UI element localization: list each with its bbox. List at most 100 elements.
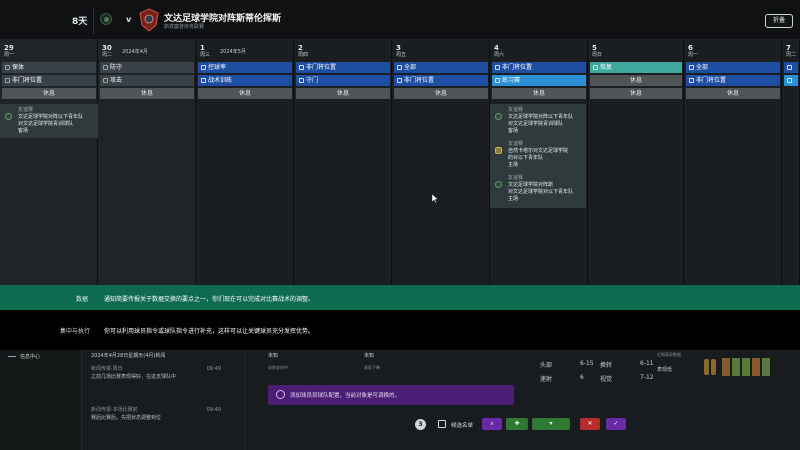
training-session[interactable]: 休息 [198, 88, 292, 99]
team-badge-icon [495, 181, 502, 188]
performance-bar [752, 358, 760, 376]
calendar-day[interactable]: 30 周二 2024年4月 防守 攻击 休息 [98, 40, 196, 285]
fixture-entry[interactable]: 友谊赛 自然卡塔尔对文达足球学院 的对以下青年队 主场 [490, 138, 586, 172]
training-session[interactable]: 休息 [686, 88, 780, 99]
training-session[interactable]: 休息 [296, 88, 390, 99]
fixture-line: 文达足球学院对阵以下青年队 [18, 114, 84, 120]
search-button[interactable]: ⌕ [482, 418, 502, 430]
day-header: 6 周一 [688, 44, 698, 59]
training-session[interactable]: 攻击 [100, 75, 194, 86]
calendar-day[interactable]: 3 周五 全部 非门将位置 休息 [392, 40, 490, 285]
weekday: 周二 [786, 52, 797, 58]
fixture-entry[interactable]: 友谊赛 文达足球学院对阵斯 对文达足球学院对以下青年队 主场 [490, 172, 586, 206]
session-label: 全部 [404, 64, 417, 71]
training-session[interactable]: 恢复 [590, 62, 682, 73]
training-session[interactable]: 休息 [492, 88, 586, 99]
confirm-button[interactable]: ✓ [606, 418, 626, 430]
shortlist-label[interactable]: 候选名单 [451, 421, 473, 429]
day-header: 4 周六 [494, 44, 504, 59]
calendar-day[interactable]: 5 周日 恢复 休息 休息 [588, 40, 684, 285]
session-icon [5, 65, 10, 70]
day-number: 7 [786, 44, 791, 52]
training-session[interactable] [784, 62, 798, 73]
training-session[interactable]: 防守 [100, 62, 194, 73]
training-session[interactable]: 全部 [686, 62, 780, 73]
delete-button[interactable]: ✕ [580, 418, 600, 430]
training-session[interactable]: 全部 [394, 62, 488, 73]
calendar-day[interactable]: 1 周三 2024年5月 控球率 战术训练 休息 [196, 40, 294, 285]
fixture-venue: 主场 [508, 196, 519, 202]
training-session[interactable]: 非门将位置 [296, 62, 390, 73]
session-label: 休息 [140, 90, 153, 97]
fixture-line: 文达足球学院对阵以下青年队 [508, 114, 574, 120]
session-label: 保体 [12, 64, 25, 71]
fixture-line: 对文达足球学院青训球队 [508, 121, 564, 127]
session-icon [299, 65, 304, 70]
nav-label[interactable]: 信息中心 [20, 353, 40, 360]
match-competition: 斯宾塞普依克联赛 [164, 24, 205, 30]
training-session[interactable]: 休息 [590, 75, 682, 86]
training-session[interactable]: 非门将位置 [492, 62, 586, 73]
stat-value: 6 [580, 374, 584, 381]
panel-divider [244, 350, 245, 450]
session-icon [201, 65, 206, 70]
fixture-entry[interactable]: 友谊赛 文达足球学院对阵以下青年队 对文达足球学院青训球队 客场 [0, 104, 98, 138]
fixture-card[interactable]: 友谊赛 文达足球学院对阵以下青年队 对文达足球学院青训球队 客场 友谊赛 自然卡塔尔对文达… [490, 104, 586, 208]
stat-key: 头部 [540, 362, 553, 369]
news-time: 09:49 [206, 407, 221, 413]
left-nav: 信息中心 [0, 350, 82, 450]
training-session[interactable]: 非门将位置 [686, 75, 780, 86]
session-label: 休息 [726, 90, 739, 97]
training-session[interactable]: 非门将位置 [394, 75, 488, 86]
recruit-dropdown-button[interactable]: ▾ [532, 418, 570, 430]
fixture-type: 友谊赛 [508, 141, 524, 147]
day-number: 1 [200, 44, 205, 52]
stat-value: 6-15 [580, 360, 594, 367]
add-icon [276, 390, 285, 399]
stat-value: 6-11 [640, 360, 654, 367]
session-label: 非门将位置 [12, 77, 43, 84]
fixture-venue: 客场 [508, 128, 519, 134]
weekday: 周六 [494, 52, 505, 58]
training-session[interactable]: 非门将位置 [2, 75, 96, 86]
training-session[interactable]: 休息 [394, 88, 488, 99]
calendar-day[interactable]: 29 周一 保体 非门将位置 休息 [0, 40, 98, 285]
session-label: 练习赛 [502, 77, 521, 84]
news-item[interactable]: 新闻传报·周日 09:49 之前几场比赛表现得好，在这支球队中 [91, 365, 231, 381]
fixture-entry[interactable]: 友谊赛 文达足球学院对阵以下青年队 对文达足球学院青训球队 客场 [490, 104, 586, 138]
home-team-badge-icon [100, 13, 112, 25]
fixture-card[interactable]: 友谊赛 文达足球学院对阵以下青年队 对文达足球学院青训球队 客场 [0, 104, 98, 138]
add-player-button[interactable]: ✚ [506, 418, 528, 430]
training-session[interactable]: 休息 [100, 88, 194, 99]
session-label: 全部 [696, 64, 709, 71]
news-head: 新闻传报·周日 [91, 366, 123, 372]
day-number: 5 [592, 44, 597, 52]
menu-icon[interactable] [8, 356, 16, 357]
calendar-day[interactable]: 2 周四 非门将位置 守门 休息 [294, 40, 392, 285]
fixture-line: 对文达足球学院青训球队 [18, 121, 74, 127]
session-label: 非门将位置 [502, 64, 533, 71]
training-session[interactable]: 练习赛 [492, 75, 586, 86]
calendar-day[interactable]: 6 周一全部非门将位置休息 [684, 40, 782, 285]
training-session[interactable]: 守门 [296, 75, 390, 86]
session-icon [103, 78, 108, 83]
shortlist-checkbox[interactable] [438, 420, 446, 428]
session-icon [103, 65, 108, 70]
info-label: 训练安排中 [268, 365, 288, 370]
training-session[interactable]: 休息 [2, 88, 96, 99]
day-header: 7 周二 [786, 44, 796, 59]
calendar-day[interactable]: 7 周二 [782, 40, 800, 285]
stat-value: 7-12 [640, 374, 654, 381]
session-label: 控球率 [208, 64, 227, 71]
training-session[interactable] [784, 75, 798, 86]
session-icon [689, 65, 694, 70]
day-number: 6 [688, 44, 693, 52]
fixture-type: 友谊赛 [508, 107, 524, 113]
news-item[interactable]: 新闻传报·本场比赛前 09:49 赛后比赛后，先把状态调整到位 [91, 406, 231, 422]
training-session[interactable]: 控球率 [198, 62, 292, 73]
news-date: 2024年4月28日星期天(4月)新闻 [91, 353, 166, 359]
training-session[interactable]: 战术训练 [198, 75, 292, 86]
training-session[interactable]: 保体 [2, 62, 96, 73]
fold-button[interactable]: 折叠 [765, 14, 793, 28]
training-session[interactable]: 休息 [590, 88, 682, 99]
